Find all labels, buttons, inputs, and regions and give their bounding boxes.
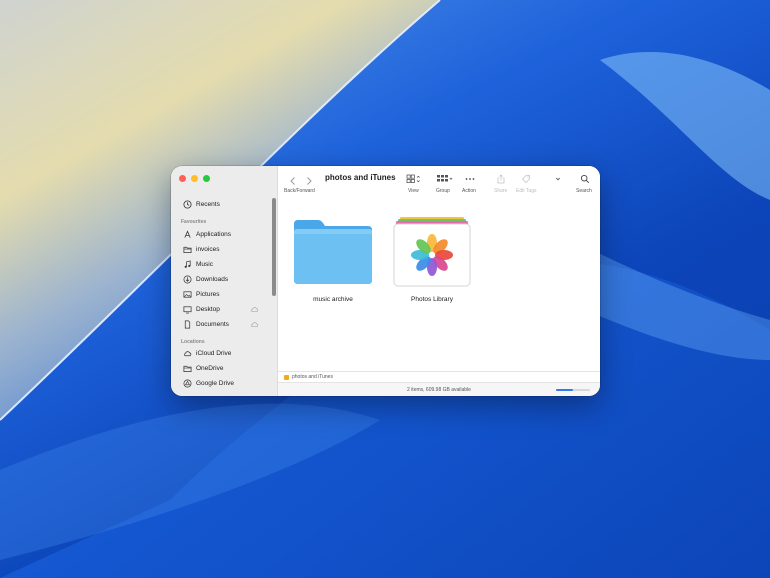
sidebar-item-label: Desktop: [196, 306, 220, 313]
file-name: music archive: [313, 296, 353, 303]
edit-tags-button[interactable]: [521, 173, 531, 184]
folder-icon: [284, 374, 289, 380]
applications-icon: [182, 230, 192, 240]
action-button[interactable]: [464, 173, 476, 184]
forward-button[interactable]: [304, 173, 314, 185]
tag-icon: [521, 174, 530, 183]
cloud-icon: [182, 349, 192, 359]
sidebar-item-label: OneDrive: [196, 365, 224, 372]
action-label: Action: [462, 188, 476, 194]
desktop-icon: [182, 305, 192, 315]
minimize-window-button[interactable]: [191, 175, 198, 182]
sidebar-item-recents[interactable]: Recents: [182, 198, 267, 211]
finder-window: Recents Favourites Applications invoices…: [171, 166, 600, 396]
photo-icon: [182, 290, 192, 300]
folder-icon: [182, 245, 192, 255]
toolbar: Back/Forward photos and iTunes View Grou…: [278, 166, 600, 198]
sidebar-item-label: Downloads: [196, 276, 229, 283]
sidebar-item-icloud-drive[interactable]: iCloud Drive: [182, 347, 267, 360]
more-toolbar-button[interactable]: [553, 173, 563, 184]
share-button[interactable]: [496, 173, 506, 184]
clock-icon: [182, 200, 192, 210]
status-text: 2 items, 609.98 GB available: [407, 387, 471, 393]
chevron-left-icon: [290, 177, 295, 185]
sidebar-scrollbar[interactable]: [272, 198, 276, 296]
sidebar-item-label: Documents: [196, 321, 229, 328]
chevron-right-icon: [307, 177, 312, 185]
folder-icon: [182, 364, 192, 374]
sidebar-item-music[interactable]: Music: [182, 258, 267, 271]
group-label: Group: [436, 188, 450, 194]
sidebar-item-applications[interactable]: Applications: [182, 228, 267, 241]
search-label: Search: [576, 188, 592, 194]
edit-tags-label: Edit Tags: [516, 188, 537, 194]
sidebar: Recents Favourites Applications invoices…: [171, 166, 278, 396]
favourites-section-header: Favourites: [181, 219, 207, 225]
sidebar-item-label: Google Drive: [196, 380, 234, 387]
close-window-button[interactable]: [179, 175, 186, 182]
window-title: photos and iTunes: [325, 173, 396, 182]
sidebar-item-invoices[interactable]: invoices: [182, 243, 267, 256]
sidebar-item-pictures[interactable]: Pictures: [182, 288, 267, 301]
sidebar-item-label: Music: [196, 261, 213, 268]
sidebar-item-documents[interactable]: Documents: [182, 318, 267, 331]
sidebar-item-onedrive[interactable]: OneDrive: [182, 362, 267, 375]
locations-section-header: Locations: [181, 339, 205, 345]
sidebar-item-label: iCloud Drive: [196, 350, 232, 357]
sidebar-item-label: invoices: [196, 246, 220, 253]
status-bar: 2 items, 609.98 GB available: [278, 382, 600, 396]
view-button[interactable]: [406, 173, 422, 184]
google-drive-icon: [182, 379, 192, 389]
music-note-icon: [182, 260, 192, 270]
back-button[interactable]: [288, 173, 298, 185]
sidebar-item-label: Applications: [196, 231, 232, 238]
icloud-status-icon: [251, 322, 259, 328]
icon-size-slider[interactable]: [556, 389, 590, 391]
group-button[interactable]: [436, 173, 454, 184]
more-ellipsis-icon: [465, 177, 475, 180]
photos-library-icon: [393, 217, 471, 287]
sidebar-item-label: Recents: [196, 201, 220, 208]
download-icon: [182, 275, 192, 285]
share-label: Share: [494, 188, 508, 194]
search-icon: [580, 174, 590, 183]
file-name: Photos Library: [411, 296, 453, 303]
path-bar-item[interactable]: photos and iTunes: [292, 374, 333, 380]
sidebar-item-label: Pictures: [196, 291, 220, 298]
icloud-status-icon: [251, 307, 259, 313]
zoom-window-button[interactable]: [203, 175, 210, 182]
back-forward-label: Back/Forward: [284, 188, 315, 194]
chevron-down-icon: [556, 177, 560, 180]
share-icon: [497, 173, 505, 183]
group-grid-icon: [437, 174, 453, 181]
icon-size-slider-fill: [556, 389, 573, 391]
search-button[interactable]: [580, 173, 590, 184]
view-label: View: [408, 188, 419, 194]
document-icon: [182, 320, 192, 330]
sidebar-item-desktop[interactable]: Desktop: [182, 303, 267, 316]
folder-icon: [294, 220, 372, 284]
folder-item-music-archive[interactable]: [292, 216, 374, 286]
sidebar-item-google-drive[interactable]: Google Drive: [182, 377, 267, 390]
sidebar-item-downloads[interactable]: Downloads: [182, 273, 267, 286]
file-browser: music archive Photos Library: [278, 198, 600, 371]
icon-grid-icon: [406, 174, 420, 183]
path-bar: photos and iTunes: [278, 371, 600, 382]
